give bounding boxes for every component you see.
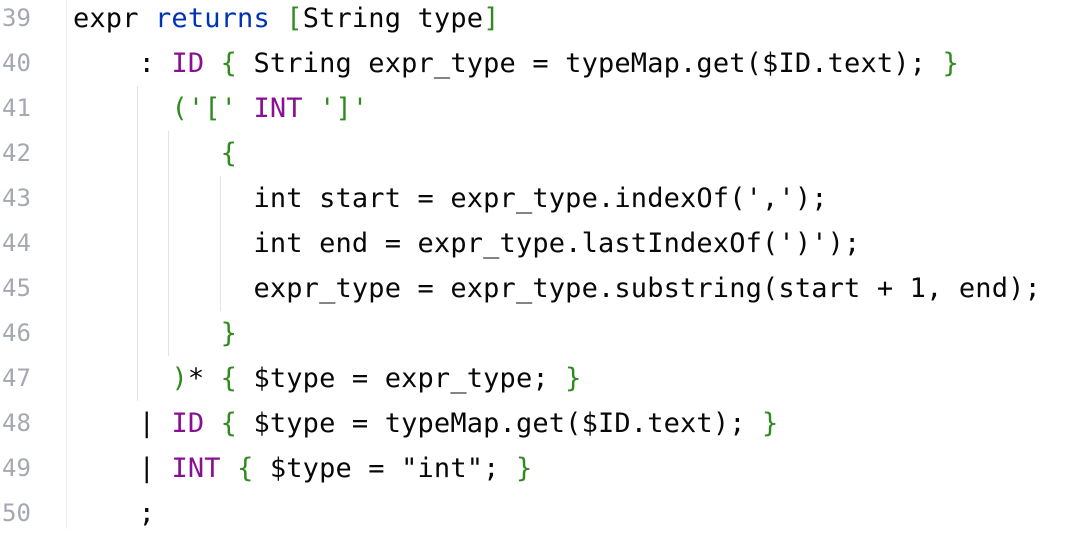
code-token: { [220,138,238,169]
code-token: String expr_type = typeMap.get($ID.text)… [237,48,943,79]
code-token: $type = typeMap.get($ID.text); [237,408,763,439]
code-line[interactable]: { [73,131,237,176]
code-token: { [220,363,238,394]
code-line[interactable]: )* { $type = expr_type; } [73,356,582,401]
code-token: | [73,453,172,484]
code-token: int end = expr_type.lastIndexOf(')'); [73,228,861,259]
code-token: [ [286,3,303,34]
code-token: returns [155,3,270,34]
line-number: 50 [2,499,31,527]
code-token: int start = expr_type.indexOf(','); [73,183,828,214]
code-token: } [762,408,779,439]
code-line[interactable]: | INT { $type = "int"; } [73,446,533,491]
code-token: ']' [319,93,369,124]
code-token: } [515,453,533,484]
code-token: : [73,48,172,79]
code-token: ID [171,408,205,439]
code-token: $type = "int"; [253,453,516,484]
code-token: expr_type = expr_type.substring(start + … [73,273,1041,304]
code-token: { [220,408,238,439]
code-line[interactable]: | ID { $type = typeMap.get($ID.text); } [73,401,779,446]
code-line[interactable]: : ID { String expr_type = typeMap.get($I… [73,41,959,86]
line-number: 40 [2,49,31,77]
code-token: } [942,48,959,79]
code-token: expr [73,3,156,34]
code-line[interactable]: expr returns [String type] [73,0,500,41]
code-token: } [220,318,238,349]
line-number-gutter: 39 40 41 42 43 44 45 46 47 48 49 50 [0,0,62,529]
code-line[interactable]: } [73,311,237,356]
line-number: 39 [2,4,31,32]
code-line[interactable]: int end = expr_type.lastIndexOf(')'); [73,221,860,266]
code-editor[interactable]: 39 40 41 42 43 44 45 46 47 48 49 50 expr returns [S… [0,0,1074,529]
code-token: '[' [187,93,238,124]
code-token: | [73,408,172,439]
line-number: 45 [2,274,31,302]
code-token: ( [171,93,188,124]
code-token: INT [253,93,303,124]
code-line[interactable]: ('[' INT ']' [73,86,368,131]
code-line[interactable]: expr_type = expr_type.substring(start + … [73,266,1041,311]
code-token: INT [171,453,221,484]
line-number: 41 [2,94,31,122]
code-token: String type [302,3,484,34]
code-line[interactable]: ; [73,491,155,536]
line-number: 49 [2,454,31,482]
line-number: 44 [2,229,31,257]
line-number: 46 [2,319,31,347]
code-token: { [220,48,238,79]
gutter-divider [66,0,67,529]
code-token: ID [171,48,205,79]
code-token: ; [73,498,156,529]
code-token: { [237,453,254,484]
code-token: } [565,363,582,394]
code-token: $type = expr_type; [237,363,566,394]
code-token: ] [483,3,500,34]
line-number: 43 [2,184,31,212]
code-token: ) [171,363,188,394]
line-number: 47 [2,364,31,392]
code-token: * [187,363,221,394]
line-number: 42 [2,139,31,167]
code-line[interactable]: int start = expr_type.indexOf(','); [73,176,828,221]
line-number: 48 [2,409,31,437]
